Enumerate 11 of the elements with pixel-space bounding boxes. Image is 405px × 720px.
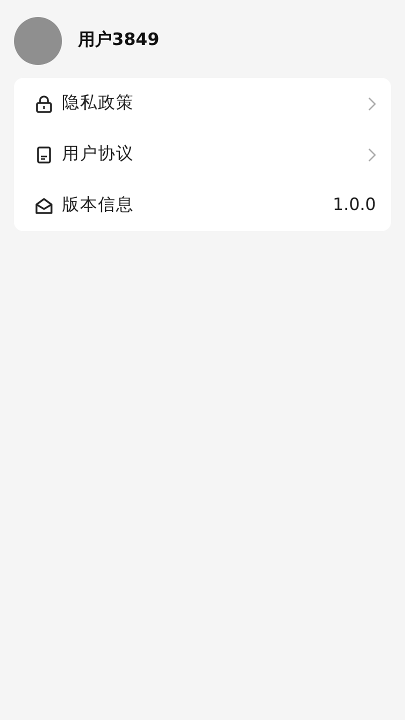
version-number: 1.0.0 (332, 194, 376, 217)
lock-icon (34, 94, 54, 114)
menu-item[interactable]: 用户协议 (62, 142, 134, 168)
envelope-icon (34, 196, 54, 216)
chevron-icon (368, 96, 376, 110)
avatar (14, 17, 62, 65)
menu-item[interactable]: 版本信息 (62, 192, 134, 218)
menu-item[interactable]: 隐私政策 (62, 90, 134, 116)
document-icon (34, 144, 54, 164)
username: 用户3849 (78, 29, 160, 52)
chevron-icon (368, 148, 376, 162)
